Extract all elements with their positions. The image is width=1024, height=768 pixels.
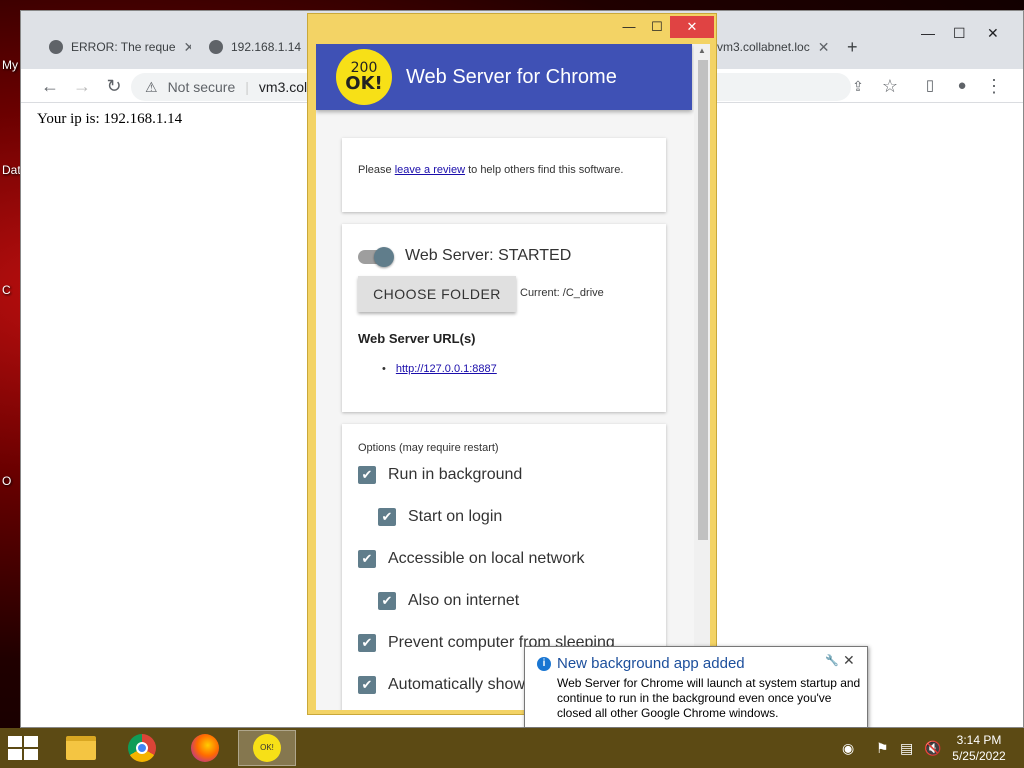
- system-clock[interactable]: 3:14 PM 5/25/2022: [952, 732, 1006, 764]
- web-server-window: — ☐ ✕ 200 OK! Web Server for Chrome ▲ Pl…: [307, 13, 717, 715]
- web-server-icon: OK!: [253, 734, 281, 762]
- options-heading: Options (may require restart): [358, 442, 499, 454]
- server-card: Web Server: STARTED CHOOSE FOLDER Curren…: [342, 224, 666, 412]
- taskbar: OK! ◉ ⚑ ▤ 🔇 3:14 PM 5/25/2022: [0, 728, 1024, 768]
- desktop-icon-label[interactable]: Dat: [2, 163, 21, 177]
- choose-folder-button[interactable]: CHOOSE FOLDER: [358, 276, 516, 312]
- chrome-tray-icon[interactable]: ◉: [842, 740, 854, 757]
- tab-collabnet[interactable]: vm3.collabnet.loc ✕: [717, 33, 829, 61]
- close-window-icon[interactable]: ✕: [987, 25, 999, 42]
- globe-icon: [209, 40, 223, 54]
- server-toggle[interactable]: [358, 247, 394, 267]
- settings-wrench-icon[interactable]: 🔧: [825, 654, 839, 667]
- current-folder: Current: /C_drive: [520, 287, 604, 299]
- app-logo: 200 OK!: [336, 49, 392, 105]
- desktop-icon-label[interactable]: C: [2, 283, 11, 297]
- chrome-taskbar-icon[interactable]: [113, 730, 171, 766]
- forward-icon[interactable]: →: [71, 75, 93, 97]
- file-explorer-icon[interactable]: [52, 730, 110, 766]
- checkbox-checked[interactable]: ✔: [358, 634, 376, 652]
- tab-error[interactable]: ERROR: The reque ✕: [41, 33, 191, 61]
- checkbox-checked[interactable]: ✔: [358, 550, 376, 568]
- profile-icon[interactable]: ●: [951, 75, 973, 97]
- maximize-icon[interactable]: ☐: [642, 16, 672, 38]
- app-content: 200 OK! Web Server for Chrome ▲ Please l…: [316, 44, 710, 710]
- network-icon[interactable]: ▤: [900, 740, 913, 757]
- option-start-on-login[interactable]: ✔ Start on login: [378, 508, 502, 526]
- volume-muted-icon[interactable]: 🔇: [924, 740, 941, 757]
- action-center-flag-icon[interactable]: ⚑: [876, 740, 889, 757]
- close-window-icon[interactable]: ✕: [670, 16, 714, 38]
- new-tab-button[interactable]: +: [839, 33, 869, 61]
- maximize-icon[interactable]: ☐: [953, 25, 966, 42]
- review-text: Please leave a review to help others fin…: [358, 164, 624, 176]
- back-icon[interactable]: ←: [39, 75, 61, 97]
- toggle-knob: [374, 247, 394, 267]
- checkbox-checked[interactable]: ✔: [358, 466, 376, 484]
- desktop-icon-label[interactable]: O: [2, 474, 11, 488]
- option-also-on-internet[interactable]: ✔ Also on internet: [378, 592, 519, 610]
- server-status: Web Server: STARTED: [405, 247, 572, 264]
- firefox-icon: [191, 734, 219, 762]
- notification-body: Web Server for Chrome will launch at sys…: [557, 676, 861, 720]
- review-card: Please leave a review to help others fin…: [342, 138, 666, 212]
- scroll-up-icon[interactable]: ▲: [698, 46, 706, 55]
- checkbox-checked[interactable]: ✔: [358, 676, 376, 694]
- bookmark-star-icon[interactable]: ☆: [879, 75, 901, 97]
- security-label: Not secure: [167, 79, 236, 95]
- leave-review-link[interactable]: leave a review: [395, 164, 465, 176]
- scroll-thumb[interactable]: [698, 60, 708, 540]
- tab-title: ERROR: The reque: [71, 40, 176, 54]
- url-list-item: • http://127.0.0.1:8887: [382, 363, 497, 375]
- side-panel-icon[interactable]: ▯: [919, 75, 941, 97]
- globe-icon: [49, 40, 63, 54]
- scrollbar[interactable]: ▲: [694, 44, 710, 710]
- tab-title: 192.168.1.14: [231, 40, 302, 54]
- minimize-icon[interactable]: —: [921, 25, 935, 41]
- desktop-icon-label[interactable]: My: [2, 58, 18, 72]
- checkbox-checked[interactable]: ✔: [378, 592, 396, 610]
- clock-time: 3:14 PM: [956, 733, 1002, 747]
- info-icon: i: [537, 657, 551, 671]
- option-accessible-local-network[interactable]: ✔ Accessible on local network: [358, 550, 585, 568]
- app-title: Web Server for Chrome: [406, 65, 617, 88]
- minimize-icon[interactable]: —: [614, 16, 644, 38]
- checkbox-checked[interactable]: ✔: [378, 508, 396, 526]
- close-icon[interactable]: ✕: [843, 652, 855, 669]
- option-run-in-background[interactable]: ✔ Run in background: [358, 466, 522, 484]
- option-automatically-show[interactable]: ✔ Automatically show: [358, 676, 525, 694]
- page-content-text: Your ip is: 192.168.1.14: [37, 111, 183, 127]
- menu-icon[interactable]: ⋮: [983, 75, 1005, 97]
- app-header: 200 OK! Web Server for Chrome: [316, 44, 692, 110]
- tab-ip[interactable]: 192.168.1.14: [201, 33, 311, 61]
- notification-balloon[interactable]: i New background app added 🔧 ✕ Web Serve…: [524, 646, 868, 728]
- share-icon[interactable]: ⇪: [847, 75, 869, 97]
- urls-heading: Web Server URL(s): [358, 331, 476, 346]
- close-icon[interactable]: ✕: [184, 39, 192, 56]
- chrome-icon: [128, 734, 156, 762]
- reload-icon[interactable]: ↻: [103, 75, 125, 97]
- close-icon[interactable]: ✕: [818, 39, 829, 56]
- tab-title: vm3.collabnet.loc: [717, 40, 810, 54]
- notification-title: New background app added: [557, 655, 745, 672]
- server-url-link[interactable]: http://127.0.0.1:8887: [396, 363, 497, 375]
- firefox-taskbar-icon[interactable]: [176, 730, 234, 766]
- windows-start-icon[interactable]: [8, 736, 38, 760]
- warning-icon: ⚠: [145, 78, 158, 95]
- clock-date: 5/25/2022: [952, 749, 1006, 763]
- web-server-taskbar-icon[interactable]: OK!: [238, 730, 296, 766]
